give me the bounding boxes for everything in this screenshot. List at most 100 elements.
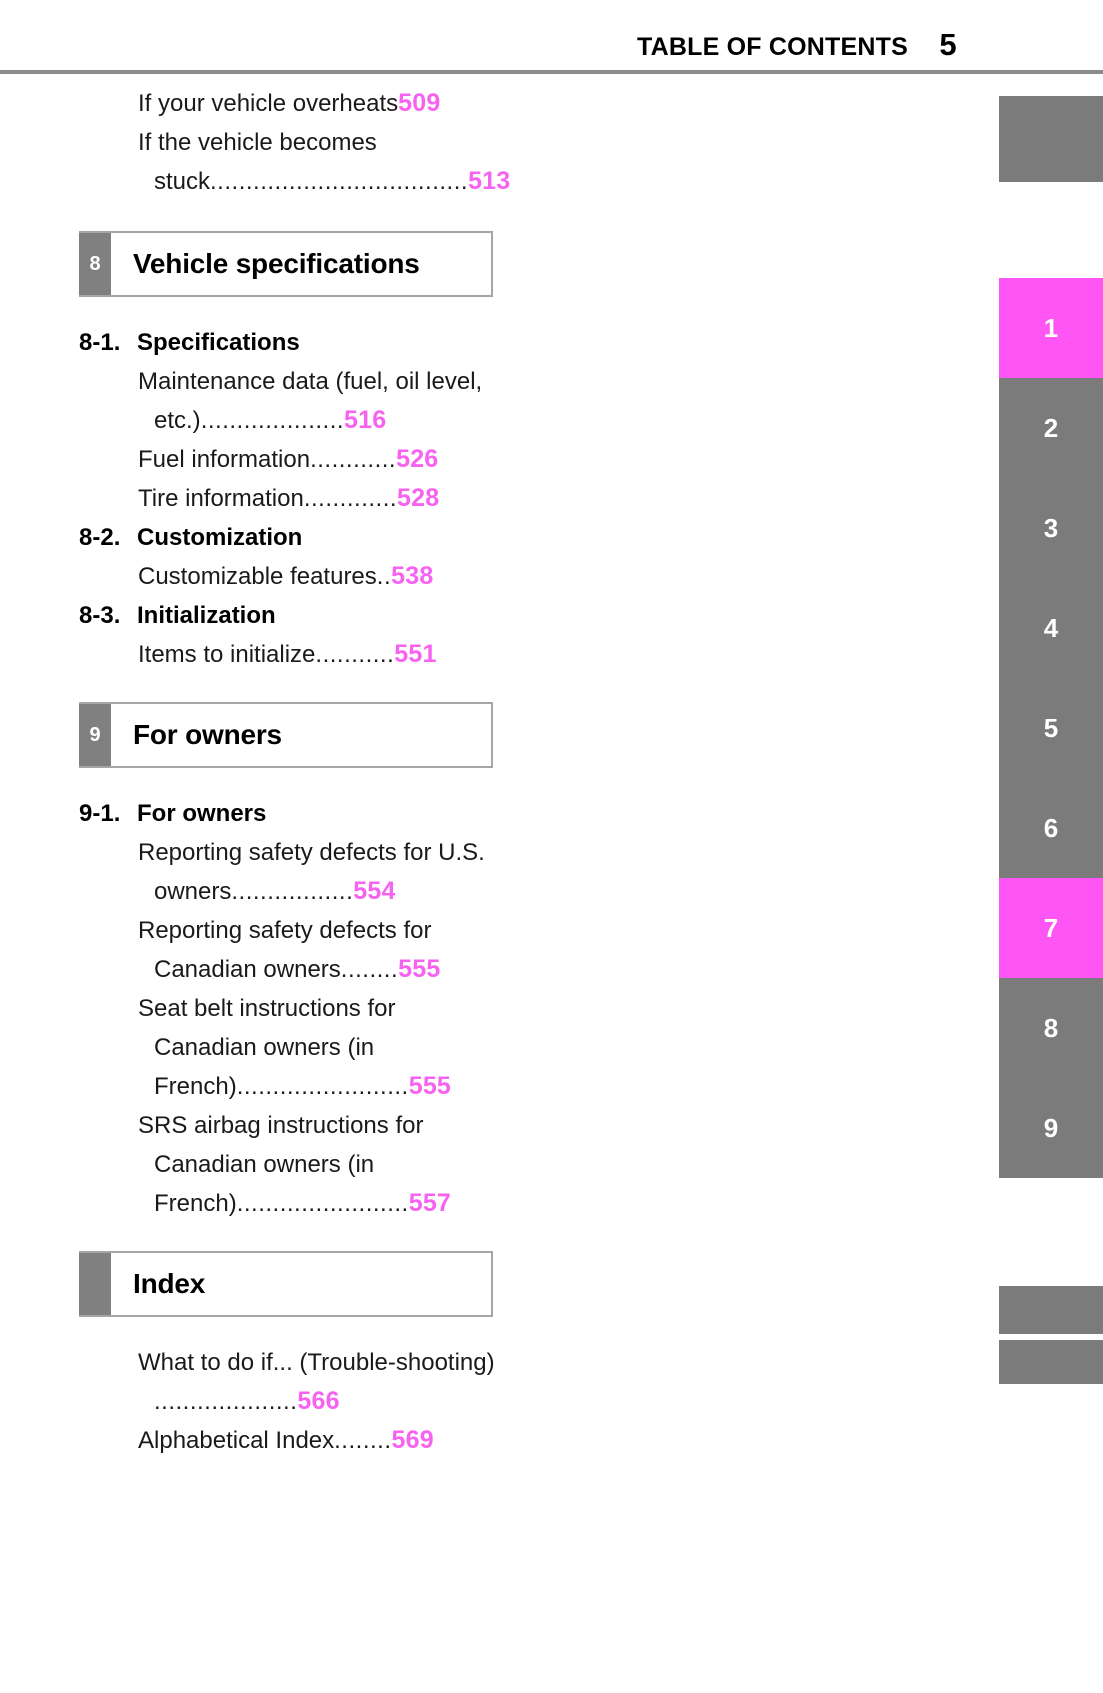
toc-page-number: 509 bbox=[398, 89, 441, 117]
page-title: TABLE OF CONTENTS bbox=[637, 33, 908, 61]
chapter-header-box[interactable]: 8 Vehicle specifications bbox=[79, 231, 493, 297]
toc-entry-title: Fuel information bbox=[138, 446, 311, 473]
side-tab-label: 2 bbox=[1043, 412, 1059, 443]
side-tab-4[interactable]: 4 bbox=[999, 578, 1103, 678]
side-tab-blank[interactable] bbox=[999, 1340, 1103, 1384]
toc-entry-title: Customizable features bbox=[138, 563, 377, 590]
toc-entry-body: Tire information.............528 bbox=[138, 479, 499, 518]
toc-page-number: 569 bbox=[391, 1426, 434, 1454]
side-tab-3[interactable]: 3 bbox=[999, 478, 1103, 578]
toc-entry-body: What to do if... (Trouble-shooting) ....… bbox=[138, 1343, 499, 1421]
side-tab-2[interactable]: 2 bbox=[999, 378, 1103, 478]
header-divider bbox=[0, 70, 1103, 74]
chapter-header-box[interactable]: 9 For owners bbox=[79, 702, 493, 768]
toc-entry-body: Items to initialize...........551 bbox=[138, 635, 499, 674]
side-tab-9[interactable]: 9 bbox=[999, 1078, 1103, 1178]
toc-entry-title: What to do if... (Trouble-shooting) bbox=[138, 1349, 495, 1376]
section-heading[interactable]: 9-1. For owners bbox=[79, 794, 499, 833]
toc-entry[interactable]: Items to initialize...........551 bbox=[79, 635, 499, 674]
section-heading[interactable]: 8-1. Specifications bbox=[79, 323, 499, 362]
toc-entry-body: Customizable features..538 bbox=[138, 557, 499, 596]
side-tab-label: 8 bbox=[1043, 1012, 1059, 1043]
toc-entry[interactable]: If the vehicle becomes stuck............… bbox=[79, 123, 510, 201]
toc-leader-dots: .................... bbox=[200, 407, 345, 434]
toc-entry[interactable]: SRS airbag instructions for Canadian own… bbox=[79, 1106, 499, 1223]
toc-leader-dots: ........................ bbox=[236, 1073, 409, 1100]
toc-leader-dots: ........... bbox=[315, 641, 395, 668]
side-tab-1[interactable]: 1 bbox=[999, 278, 1103, 378]
toc-entry-body: SRS airbag instructions for Canadian own… bbox=[138, 1106, 499, 1223]
toc-entry-body: If your vehicle overheats509 bbox=[138, 84, 499, 123]
side-tab-label: 4 bbox=[1043, 612, 1059, 643]
chapter-header-box[interactable]: Index bbox=[79, 1251, 493, 1317]
side-tab-label: 9 bbox=[1043, 1112, 1059, 1143]
side-tab-6[interactable]: 6 bbox=[999, 778, 1103, 878]
toc-entry-title: Alphabetical Index bbox=[138, 1427, 335, 1454]
toc-entry-title: Tire information bbox=[138, 485, 304, 512]
toc-entry[interactable]: Reporting safety defects for Canadian ow… bbox=[79, 911, 499, 989]
chapter-title: For owners bbox=[133, 719, 282, 750]
side-tab-label: 1 bbox=[1043, 312, 1059, 343]
toc-page-number: 555 bbox=[408, 1072, 452, 1100]
section-heading[interactable]: 8-3. Initialization bbox=[79, 596, 499, 635]
toc-entry-body: If the vehicle becomes stuck............… bbox=[138, 123, 510, 201]
chapter-tab-strip: 1 2 3 4 5 6 7 8 9 bbox=[969, 0, 1103, 1693]
toc-page-number: 554 bbox=[353, 877, 396, 905]
toc-entry-body: Fuel information............526 bbox=[138, 440, 499, 479]
toc-entry-body: Maintenance data (fuel, oil level, etc.)… bbox=[138, 362, 499, 440]
toc-entry-title: Items to initialize bbox=[138, 641, 316, 668]
side-tab-5[interactable]: 5 bbox=[999, 678, 1103, 778]
toc-entry[interactable]: Customizable features..538 bbox=[79, 557, 499, 596]
toc-entry-body: Alphabetical Index........569 bbox=[138, 1421, 499, 1460]
toc-leader-dots: ............ bbox=[310, 446, 397, 473]
page-header: TABLE OF CONTENTS 5 bbox=[0, 0, 1103, 74]
toc-leader-dots: .. bbox=[376, 563, 392, 590]
table-of-contents: If your vehicle overheats509 If the vehic… bbox=[79, 84, 510, 1460]
toc-leader-dots: ........ bbox=[334, 1427, 392, 1454]
toc-entry[interactable]: If your vehicle overheats509 bbox=[79, 84, 499, 123]
chapter-number-tab: 9 bbox=[79, 704, 111, 766]
toc-entry[interactable]: Alphabetical Index........569 bbox=[79, 1421, 499, 1460]
toc-page-number: 538 bbox=[391, 562, 434, 590]
side-tab-label: 5 bbox=[1043, 712, 1059, 743]
side-tab-label: 3 bbox=[1043, 512, 1059, 543]
toc-entry-body: Reporting safety defects for U.S. owners… bbox=[138, 833, 499, 911]
toc-page-number: 526 bbox=[396, 445, 439, 473]
toc-entry[interactable]: Seat belt instructions for Canadian owne… bbox=[79, 989, 499, 1106]
side-tab-blank[interactable] bbox=[999, 96, 1103, 182]
side-tab-7[interactable]: 7 bbox=[999, 878, 1103, 978]
toc-entry-title: If your vehicle overheats bbox=[138, 90, 399, 117]
toc-page-number: 566 bbox=[297, 1387, 340, 1415]
section-title: For owners bbox=[137, 800, 267, 827]
toc-entry[interactable]: Maintenance data (fuel, oil level, etc.)… bbox=[79, 362, 499, 440]
chapter-title: Index bbox=[133, 1268, 206, 1299]
toc-entry-body: Reporting safety defects for Canadian ow… bbox=[138, 911, 499, 989]
section-number: 8-2. bbox=[79, 524, 121, 551]
toc-page-number: 528 bbox=[397, 484, 440, 512]
toc-entry-body: Seat belt instructions for Canadian owne… bbox=[138, 989, 499, 1106]
toc-entry[interactable]: Reporting safety defects for U.S. owners… bbox=[79, 833, 499, 911]
toc-entry[interactable]: Fuel information............526 bbox=[79, 440, 499, 479]
section-heading[interactable]: 8-2. Customization bbox=[79, 518, 499, 557]
toc-leader-dots: ........ bbox=[340, 956, 399, 983]
chapter-title: Vehicle specifications bbox=[133, 248, 420, 279]
chapter-number-tab: 8 bbox=[79, 233, 111, 295]
toc-entry[interactable]: What to do if... (Trouble-shooting) ....… bbox=[79, 1343, 499, 1421]
toc-leader-dots: ............. bbox=[303, 485, 398, 512]
section-number: 8-3. bbox=[79, 602, 121, 629]
side-tab-8[interactable]: 8 bbox=[999, 978, 1103, 1078]
section-title: Customization bbox=[137, 524, 303, 551]
toc-page-number: 516 bbox=[344, 406, 387, 434]
toc-page-number: 557 bbox=[408, 1189, 452, 1217]
side-tab-label: 6 bbox=[1043, 812, 1059, 843]
toc-page-number: 555 bbox=[398, 955, 441, 983]
chapter-number-tab bbox=[79, 1253, 111, 1315]
section-title: Specifications bbox=[137, 329, 300, 356]
toc-entry[interactable]: Tire information.............528 bbox=[79, 479, 499, 518]
toc-leader-dots: .................................... bbox=[210, 168, 469, 195]
side-tab-blank[interactable] bbox=[999, 1286, 1103, 1334]
toc-leader-dots: .................... bbox=[154, 1388, 298, 1415]
